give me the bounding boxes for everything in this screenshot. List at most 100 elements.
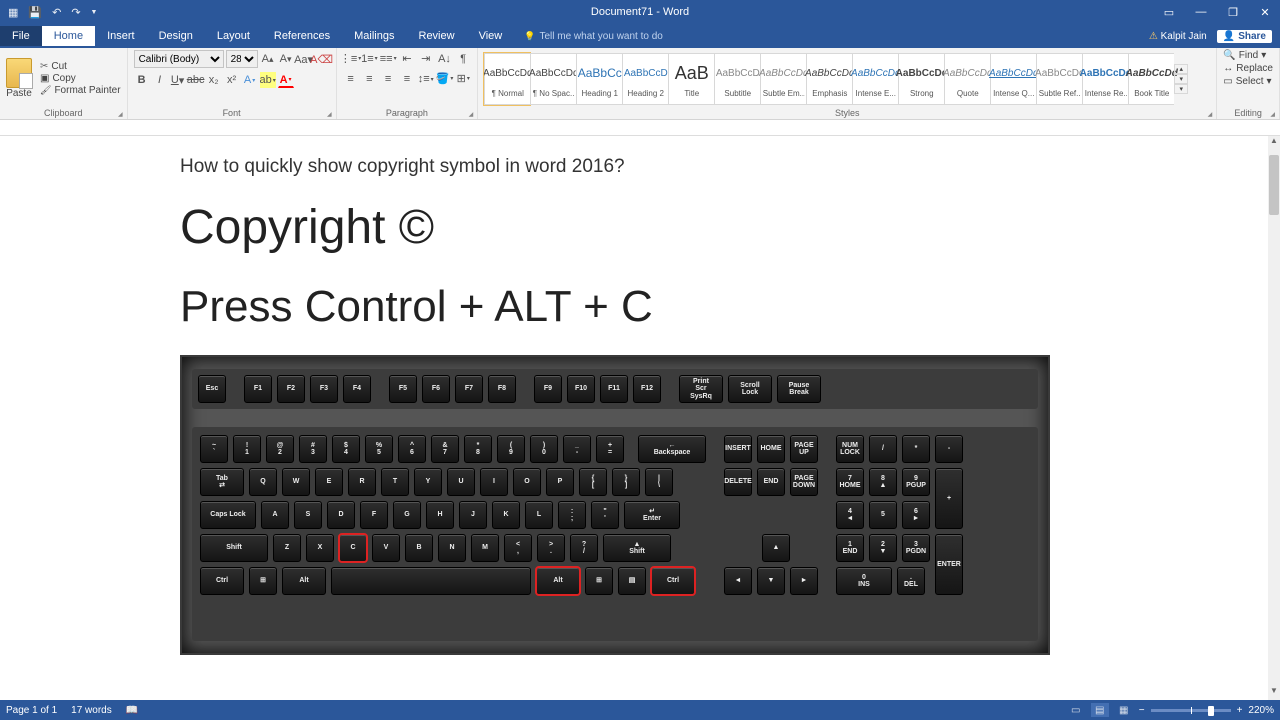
scrollbar-thumb[interactable] <box>1269 155 1279 215</box>
style-subtle-ref---[interactable]: AaBbCcDdSubtle Ref... <box>1036 53 1082 105</box>
replace-button[interactable]: ↔ Replace <box>1223 63 1273 74</box>
bullets-button[interactable]: ⋮≡ <box>343 50 359 66</box>
qat-customize-icon[interactable]: ▼ <box>91 9 98 16</box>
style-intense-e---[interactable]: AaBbCcDdIntense E... <box>852 53 898 105</box>
qat-undo-icon[interactable]: ↶ <box>52 6 61 19</box>
superscript-button[interactable]: x² <box>224 72 240 88</box>
zoom-slider[interactable] <box>1151 709 1231 712</box>
tab-view[interactable]: View <box>467 26 515 46</box>
format-painter-button[interactable]: Format Painter <box>40 85 121 96</box>
clear-formatting-button[interactable]: A⌫ <box>314 51 330 67</box>
shading-button[interactable]: 🪣 <box>436 71 452 87</box>
status-words[interactable]: 17 words <box>71 705 112 716</box>
text-effects-button[interactable]: A <box>242 72 258 88</box>
style-emphasis[interactable]: AaBbCcDdEmphasis <box>806 53 852 105</box>
highlight-button[interactable]: ab <box>260 72 276 88</box>
qat-save-icon[interactable]: 💾 <box>28 6 42 19</box>
user-name[interactable]: ⚠ Kalpit Jain <box>1149 31 1207 42</box>
copy-button[interactable]: ▣ Copy <box>40 73 121 84</box>
find-button[interactable]: 🔍 Find ▾ <box>1223 50 1266 61</box>
align-right-button[interactable]: ≡ <box>380 71 396 87</box>
document-canvas[interactable]: How to quickly show copyright symbol in … <box>0 136 1280 700</box>
vertical-scrollbar[interactable]: ▲ ▼ <box>1268 136 1280 700</box>
italic-button[interactable]: I <box>152 72 168 88</box>
borders-button[interactable]: ⊞ <box>455 71 471 87</box>
tab-insert[interactable]: Insert <box>95 26 147 46</box>
scrollbar-track[interactable] <box>1268 150 1280 686</box>
scroll-up-icon[interactable]: ▲ <box>1268 136 1280 150</box>
style-book-title[interactable]: AaBbCcDdBook Title <box>1128 53 1174 105</box>
status-bar: Page 1 of 1 17 words 📖 ▭ ▤ ▦ − + 220% <box>0 700 1280 720</box>
style-strong[interactable]: AaBbCcDdStrong <box>898 53 944 105</box>
style-quote[interactable]: AaBbCcDdQuote <box>944 53 990 105</box>
group-clipboard: Paste Cut ▣ Copy Format Painter Clipboar… <box>0 48 128 119</box>
view-read-icon[interactable]: ▭ <box>1067 703 1085 717</box>
subscript-button[interactable]: x₂ <box>206 72 222 88</box>
decrease-font-button[interactable]: A▾ <box>278 51 294 67</box>
style-subtitle[interactable]: AaBbCcDSubtitle <box>714 53 760 105</box>
align-center-button[interactable]: ≡ <box>361 71 377 87</box>
window-close-icon[interactable]: ✕ <box>1250 0 1280 24</box>
zoom-out-button[interactable]: − <box>1139 705 1145 716</box>
font-size-select[interactable]: 28 <box>226 50 258 68</box>
style-intense-re---[interactable]: AaBbCcDdIntense Re... <box>1082 53 1128 105</box>
bold-button[interactable]: B <box>134 72 150 88</box>
strikethrough-button[interactable]: abc <box>188 72 204 88</box>
ribbon-display-icon[interactable]: ▭ <box>1154 0 1184 24</box>
increase-font-button[interactable]: A▴ <box>260 51 276 67</box>
decrease-indent-button[interactable]: ⇤ <box>399 50 415 66</box>
status-page[interactable]: Page 1 of 1 <box>6 705 57 716</box>
view-print-icon[interactable]: ▤ <box>1091 703 1109 717</box>
paste-button[interactable]: Paste <box>6 58 32 99</box>
doc-text-line2[interactable]: Copyright © <box>180 202 1088 255</box>
sort-button[interactable]: A↓ <box>436 51 452 67</box>
font-name-select[interactable]: Calibri (Body) <box>134 50 224 68</box>
page-content[interactable]: How to quickly show copyright symbol in … <box>0 136 1268 675</box>
tab-review[interactable]: Review <box>407 26 467 46</box>
style---no-spac---[interactable]: AaBbCcDd¶ No Spac... <box>530 53 576 105</box>
group-editing: 🔍 Find ▾ ↔ Replace ▭ Select ▾ Editing <box>1217 48 1280 119</box>
scroll-down-icon[interactable]: ▼ <box>1268 686 1280 700</box>
style-intense-q---[interactable]: AaBbCcDdIntense Q... <box>990 53 1036 105</box>
style-heading-2[interactable]: AaBbCcDHeading 2 <box>622 53 668 105</box>
justify-button[interactable]: ≡ <box>399 71 415 87</box>
style---normal[interactable]: AaBbCcDd¶ Normal <box>484 53 530 105</box>
tab-layout[interactable]: Layout <box>205 26 262 46</box>
window-minimize-icon[interactable]: — <box>1186 0 1216 24</box>
line-spacing-button[interactable]: ↕≡ <box>418 71 434 87</box>
select-button[interactable]: ▭ Select ▾ <box>1223 76 1271 87</box>
align-left-button[interactable]: ≡ <box>343 71 359 87</box>
cut-button[interactable]: Cut <box>40 61 121 72</box>
qat-redo-icon[interactable]: ↷ <box>71 6 80 19</box>
tab-file[interactable]: File <box>0 26 42 46</box>
status-spell-icon[interactable]: 📖 <box>126 705 138 716</box>
styles-up-icon[interactable]: ▴ <box>1174 64 1188 74</box>
zoom-level[interactable]: 220% <box>1248 705 1274 716</box>
tab-home[interactable]: Home <box>42 26 95 46</box>
underline-button[interactable]: U▾ <box>170 72 186 88</box>
multilevel-button[interactable]: ≡≡ <box>380 51 396 67</box>
show-marks-button[interactable]: ¶ <box>455 51 471 67</box>
numbering-button[interactable]: 1≡ <box>361 51 377 67</box>
share-button[interactable]: 👤 Share <box>1217 30 1272 43</box>
window-restore-icon[interactable]: ❐ <box>1218 0 1248 24</box>
tell-me-input[interactable]: Tell me what you want to do <box>524 31 663 42</box>
tab-references[interactable]: References <box>262 26 342 46</box>
styles-more-icon[interactable]: ▾ <box>1174 84 1188 94</box>
style-subtle-em---[interactable]: AaBbCcDdSubtle Em... <box>760 53 806 105</box>
app-icon: ▦ <box>8 6 18 19</box>
tab-mailings[interactable]: Mailings <box>342 26 406 46</box>
font-color-button[interactable]: A <box>278 72 294 88</box>
zoom-in-button[interactable]: + <box>1237 705 1243 716</box>
view-web-icon[interactable]: ▦ <box>1115 703 1133 717</box>
group-paragraph: ⋮≡ 1≡ ≡≡ ⇤ ⇥ A↓ ¶ ≡ ≡ ≡ ≡ ↕≡ 🪣 ⊞ Paragra… <box>337 48 479 119</box>
tab-design[interactable]: Design <box>147 26 205 46</box>
horizontal-ruler[interactable] <box>0 120 1280 136</box>
style-title[interactable]: AaBTitle <box>668 53 714 105</box>
increase-indent-button[interactable]: ⇥ <box>418 50 434 66</box>
style-heading-1[interactable]: AaBbCcHeading 1 <box>576 53 622 105</box>
doc-text-line3[interactable]: Press Control + ALT + C <box>180 283 1088 331</box>
styles-down-icon[interactable]: ▾ <box>1174 74 1188 84</box>
group-label-styles: Styles <box>484 107 1210 119</box>
doc-text-line1[interactable]: How to quickly show copyright symbol in … <box>180 156 1088 178</box>
